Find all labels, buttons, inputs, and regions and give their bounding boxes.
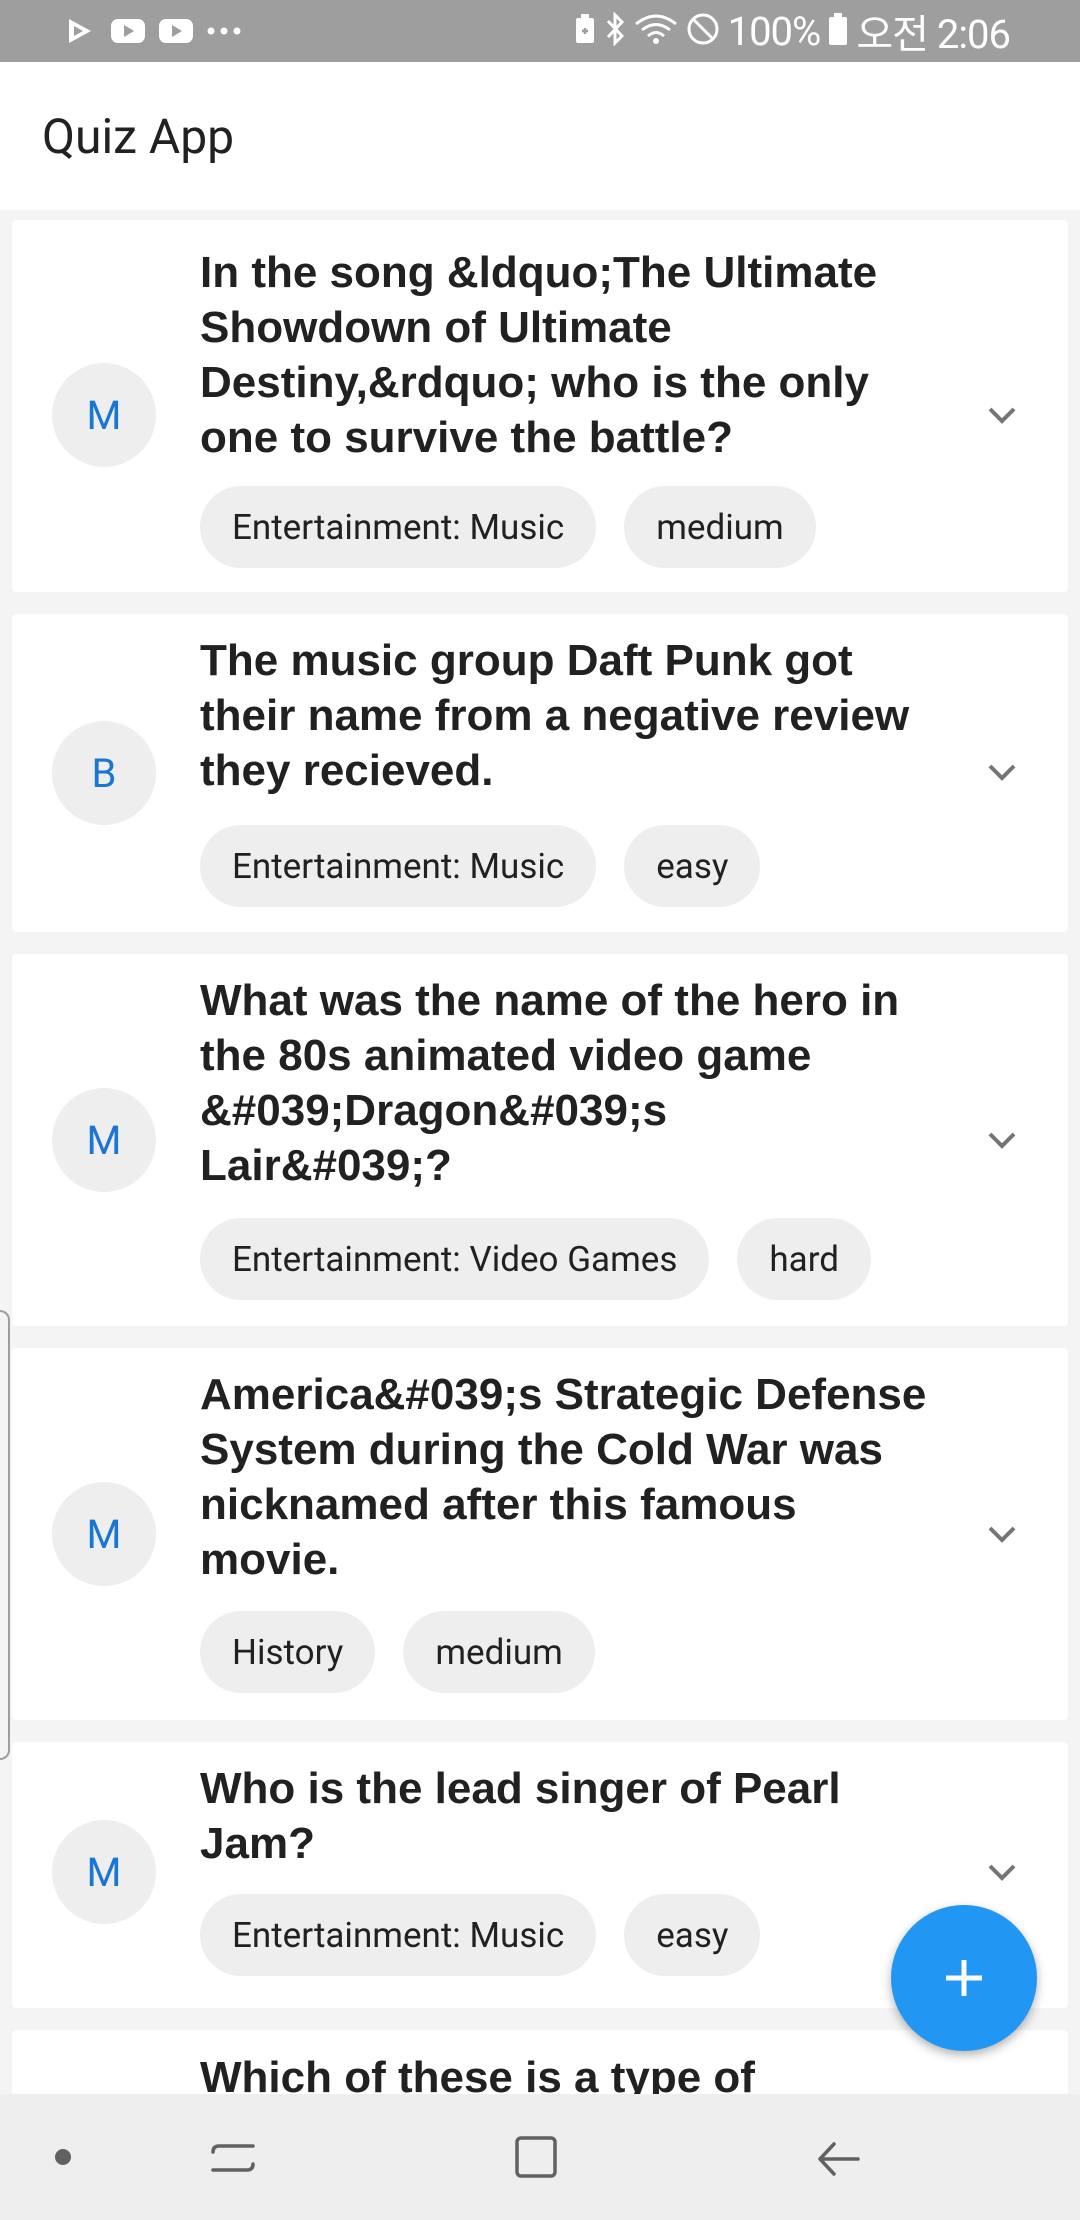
do-not-disturb-icon xyxy=(686,12,720,50)
wifi-icon xyxy=(634,12,678,50)
category-chip[interactable]: Entertainment: Video Games xyxy=(200,1218,710,1300)
question-text: The music group Daft Punk got their name… xyxy=(200,636,910,795)
question-card[interactable]: B The music group Daft Punk got their na… xyxy=(12,614,1068,932)
battery-saver-icon xyxy=(574,13,596,49)
question-card[interactable]: M America&#039;s Strategic Defense Syste… xyxy=(12,1348,1068,1720)
tag-chips: Entertainment: Music medium xyxy=(200,486,816,568)
avatar: M xyxy=(52,363,156,467)
tag-chips: Entertainment: Music easy xyxy=(200,1894,761,1976)
difficulty-chip[interactable]: medium xyxy=(624,486,816,568)
difficulty-chip[interactable]: medium xyxy=(403,1611,595,1693)
notification-icons xyxy=(62,12,242,50)
nav-dot-button[interactable] xyxy=(28,2124,98,2190)
chevron-down-icon[interactable] xyxy=(982,1514,1022,1554)
category-chip[interactable]: Entertainment: Music xyxy=(200,1894,597,1976)
home-button[interactable] xyxy=(501,2124,571,2190)
question-card[interactable]: M In the song &ldquo;The Ultimate Showdo… xyxy=(12,220,1068,592)
category-chip[interactable]: Entertainment: Music xyxy=(200,825,597,907)
bluetooth-icon xyxy=(604,11,626,50)
battery-percent: 100% xyxy=(727,7,822,55)
app-bar: Quiz App xyxy=(0,62,1080,210)
add-question-button[interactable] xyxy=(891,1905,1037,2051)
difficulty-chip[interactable]: easy xyxy=(624,825,761,907)
category-chip[interactable]: History xyxy=(200,1611,376,1693)
recent-apps-icon xyxy=(211,2144,255,2172)
status-bar: 100% 오전 2:06 xyxy=(0,0,1080,62)
chevron-down-icon[interactable] xyxy=(982,1852,1022,1892)
chevron-down-icon[interactable] xyxy=(982,395,1022,435)
tag-chips: Entertainment: Music easy xyxy=(200,825,761,907)
category-chip[interactable]: Entertainment: Music xyxy=(200,486,597,568)
edge-panel-handle[interactable] xyxy=(0,1310,10,1760)
avatar: M xyxy=(52,1088,156,1192)
dot-icon xyxy=(55,2149,71,2165)
youtube-icon xyxy=(158,15,194,47)
plus-icon xyxy=(946,1960,982,1996)
home-icon xyxy=(515,2136,557,2178)
question-text: Who is the lead singer of Pearl Jam? xyxy=(200,1764,841,1868)
recent-apps-button[interactable] xyxy=(198,2124,268,2190)
avatar: M xyxy=(52,1820,156,1924)
youtube-icon xyxy=(110,15,146,47)
navigation-bar xyxy=(0,2094,1080,2220)
question-list[interactable]: M In the song &ldquo;The Ultimate Showdo… xyxy=(0,210,1080,2094)
question-card[interactable]: Which of these is a type of xyxy=(12,2030,1068,2094)
clock: 오전 2:06 xyxy=(856,11,1011,58)
difficulty-chip[interactable]: easy xyxy=(624,1894,761,1976)
avatar: M xyxy=(52,1482,156,1586)
page-title: Quiz App xyxy=(42,108,235,165)
play-store-icon xyxy=(62,15,98,47)
more-dots-icon xyxy=(206,15,242,47)
back-icon xyxy=(818,2142,860,2176)
tag-chips: History medium xyxy=(200,1611,595,1693)
question-card[interactable]: M What was the name of the hero in the 8… xyxy=(12,954,1068,1326)
avatar: B xyxy=(52,721,156,825)
system-status: 100% 오전 2:06 xyxy=(574,7,1011,58)
battery-icon xyxy=(828,12,848,50)
question-text: Which of these is a type of xyxy=(200,2053,755,2094)
question-text: In the song &ldquo;The Ultimate Showdown… xyxy=(200,248,878,462)
tag-chips: Entertainment: Video Games hard xyxy=(200,1218,871,1300)
back-button[interactable] xyxy=(804,2124,874,2190)
chevron-down-icon[interactable] xyxy=(982,1120,1022,1160)
difficulty-chip[interactable]: hard xyxy=(737,1218,871,1300)
chevron-down-icon[interactable] xyxy=(982,752,1022,792)
question-text: America&#039;s Strategic Defense System … xyxy=(200,1370,927,1584)
question-text: What was the name of the hero in the 80s… xyxy=(200,976,900,1190)
